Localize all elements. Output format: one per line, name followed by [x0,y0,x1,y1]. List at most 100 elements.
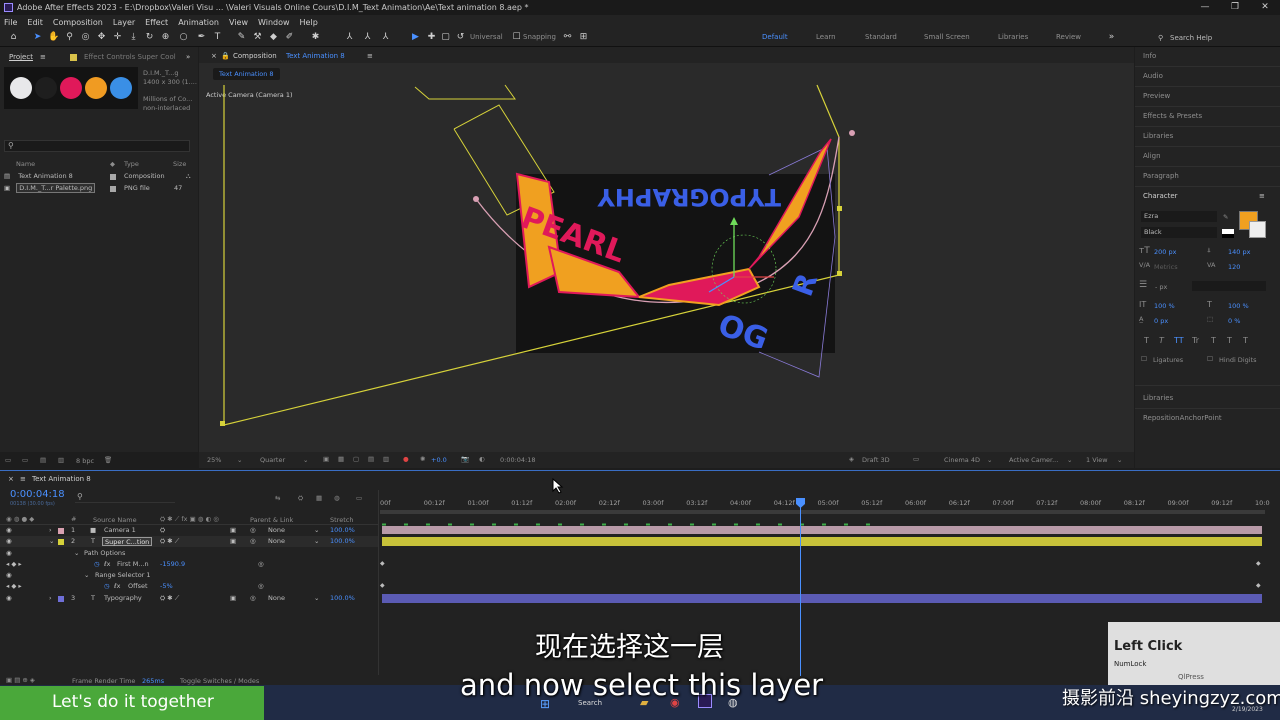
expand-arrow-icon[interactable]: › [49,593,52,604]
layer-bar-camera[interactable] [382,526,1262,534]
faux-bold-button[interactable]: T [1144,336,1149,345]
motion-blur-icon[interactable]: ◍ [334,494,340,502]
stretch-value[interactable]: 100.0% [330,536,355,547]
eye-icon[interactable]: ◉ [6,548,12,559]
flowchart-view-icon[interactable]: ▥ [58,456,64,464]
parent-dropdown[interactable]: None [268,536,285,547]
first-margin-row[interactable]: ◂ ◆ ▸ ◷ ℓx First M...n -1590.9 ◎ [0,559,378,570]
pickwhip-icon[interactable]: ◎ [250,536,256,547]
dolly-camera-icon[interactable]: ✛ [112,32,123,43]
subscript-button[interactable]: T [1227,336,1232,345]
layer-row-typography[interactable]: ◉ › 3 T Typography ⛭ ✱ ⟋ ▣ ◎ None ⌄ 100.… [0,593,378,604]
panel-character[interactable]: Character [1143,192,1178,204]
type-tool-icon[interactable]: T [212,32,223,43]
transparency-grid-icon[interactable]: ▦ [338,455,344,463]
eyedropper-icon[interactable]: ✎ [1223,213,1228,221]
menu-help[interactable]: Help [300,18,318,27]
workspace-libraries[interactable]: Libraries [998,33,1028,41]
home-icon[interactable]: ⌂ [8,32,19,43]
toggle-switches-modes[interactable]: Toggle Switches / Modes [180,677,259,685]
snap-grid-icon[interactable]: ⊞ [578,32,589,43]
leading-value[interactable]: 140 px [1228,248,1250,256]
work-area-bar[interactable] [380,510,1265,514]
panel-align[interactable]: Align [1143,152,1161,164]
rotate-tool-icon[interactable]: ↻ [144,32,155,43]
exposure-reset-icon[interactable]: ✺ [420,455,425,463]
offset-row[interactable]: ◂ ◆ ▸ ◷ ℓx Offset -5% ◎ [0,581,378,592]
draft-3d-icon[interactable]: ◈ [849,455,854,463]
tracking-value[interactable]: 120 [1228,263,1240,271]
menu-animation[interactable]: Animation [178,18,219,27]
interpret-footage-icon[interactable]: ▭ [5,456,11,464]
eye-icon[interactable]: ◉ [6,593,12,604]
color-channels-icon[interactable]: ● [403,455,409,463]
timeline-menu-icon[interactable]: ≡ [20,472,26,486]
search-help-field[interactable]: ⚲ Search Help [1156,32,1276,44]
extended-viewer-icon[interactable]: ▭ [913,455,919,463]
mask-visibility-icon[interactable]: ▢ [353,455,359,463]
range-selector-row[interactable]: ◉ ⌄ Range Selector 1 [0,570,378,581]
region-of-interest-icon[interactable]: ▣ [323,455,329,463]
workspace-standard[interactable]: Standard [865,33,897,41]
keyframe-nav-icon[interactable]: ◂ ◆ ▸ [6,581,22,592]
shape-tool-icon[interactable]: ○ [178,32,189,43]
shy-switch-icon[interactable]: ⛭ ✱ ⟋ [160,536,179,547]
new-comp-icon[interactable]: ▤ [40,456,46,464]
hindi-digits-checkbox-icon[interactable]: ☐ [1207,355,1213,363]
layer-bar-super-cool[interactable] [382,537,1262,546]
menu-composition[interactable]: Composition [53,18,103,27]
comp-flowchart-icon[interactable]: ⇆ [275,494,280,502]
viewport-canvas[interactable]: PEARL TYPOGRAPHY OG R [199,47,1134,452]
eye-icon[interactable]: ◉ [6,525,12,536]
workspace-review[interactable]: Review [1056,33,1081,41]
hand-tool-icon[interactable]: ✋ [48,32,59,43]
viewer-timecode[interactable]: 0:00:04:18 [500,456,536,464]
timeline-search-input[interactable]: ⚲ [75,492,175,503]
grid-guides-icon[interactable]: ▤ [368,455,374,463]
draft-3d-timeline-icon[interactable]: ⛭ [298,494,303,503]
stroke-style-dropdown[interactable] [1192,281,1266,291]
expand-arrow-icon[interactable]: › [49,525,52,536]
project-menu-icon[interactable]: ≡ [40,50,46,64]
col-size[interactable]: Size [173,160,186,168]
menu-file[interactable]: File [4,18,17,27]
underline-button[interactable]: T [1243,336,1248,345]
first-margin-value[interactable]: -1590.9 [160,559,185,570]
expression-icon[interactable]: ℓx [114,581,121,592]
3d-layer-icon[interactable]: ▣ [230,536,236,547]
show-channel-icon[interactable]: ◐ [479,455,485,463]
panel-reposition-anchor[interactable]: RepositionAnchorPoint [1143,414,1222,426]
footer-toggle-icons[interactable]: ▣ ▤ ⊕ ◈ [6,676,35,684]
panel-effects-presets[interactable]: Effects & Presets [1143,112,1202,124]
frame-blending-icon[interactable]: ▦ [316,494,322,502]
zoom-tool-icon[interactable]: ⚲ [64,32,75,43]
horizontal-scale-value[interactable]: 100 % [1228,302,1249,310]
resolution-dropdown[interactable]: Quarter [260,456,285,464]
layer-bar-typography[interactable] [382,594,1262,603]
panel-info[interactable]: Info [1143,52,1156,64]
puppet-pin-icon[interactable]: ✱ [310,32,321,43]
axis-view-icon[interactable]: ⅄ [380,32,391,43]
collapse-arrow-icon[interactable]: ⌄ [84,570,89,581]
tab-project[interactable]: Project [9,50,33,64]
panel-preview[interactable]: Preview [1143,92,1170,104]
exposure-value[interactable]: +0.0 [431,456,447,464]
path-options-row[interactable]: ◉ ⌄ Path Options [0,548,378,559]
col-source-name[interactable]: Source Name [93,516,137,524]
safe-zones-icon[interactable]: ▥ [383,455,389,463]
camera-view-dropdown[interactable]: Active Camer... [1009,456,1058,464]
parent-dropdown[interactable]: None [268,593,285,604]
offset-value[interactable]: -5% [160,581,173,592]
draft-3d-toggle[interactable]: Draft 3D [862,456,890,464]
black-swatch[interactable] [1222,234,1234,238]
flowchart-icon[interactable]: ⛬ [186,171,191,182]
stretch-value[interactable]: 100.0% [330,525,355,536]
layer-row-camera[interactable]: ◉ › 1 ■ Camera 1 ⛭ ▣ ◎ None ⌄ 100.0% [0,525,378,536]
renderer-dropdown[interactable]: Cinema 4D [944,456,980,464]
stroke-color-swatch[interactable] [1249,221,1266,238]
keyframe-nav-icon[interactable]: ◂ ◆ ▸ [6,559,22,570]
panel-audio[interactable]: Audio [1143,72,1163,84]
baseline-value[interactable]: 0 px [1154,317,1168,325]
shy-switch-icon[interactable]: ⛭ ✱ ⟋ [160,593,179,604]
keyframe-diamond-icon[interactable]: ◆ [1256,582,1261,589]
